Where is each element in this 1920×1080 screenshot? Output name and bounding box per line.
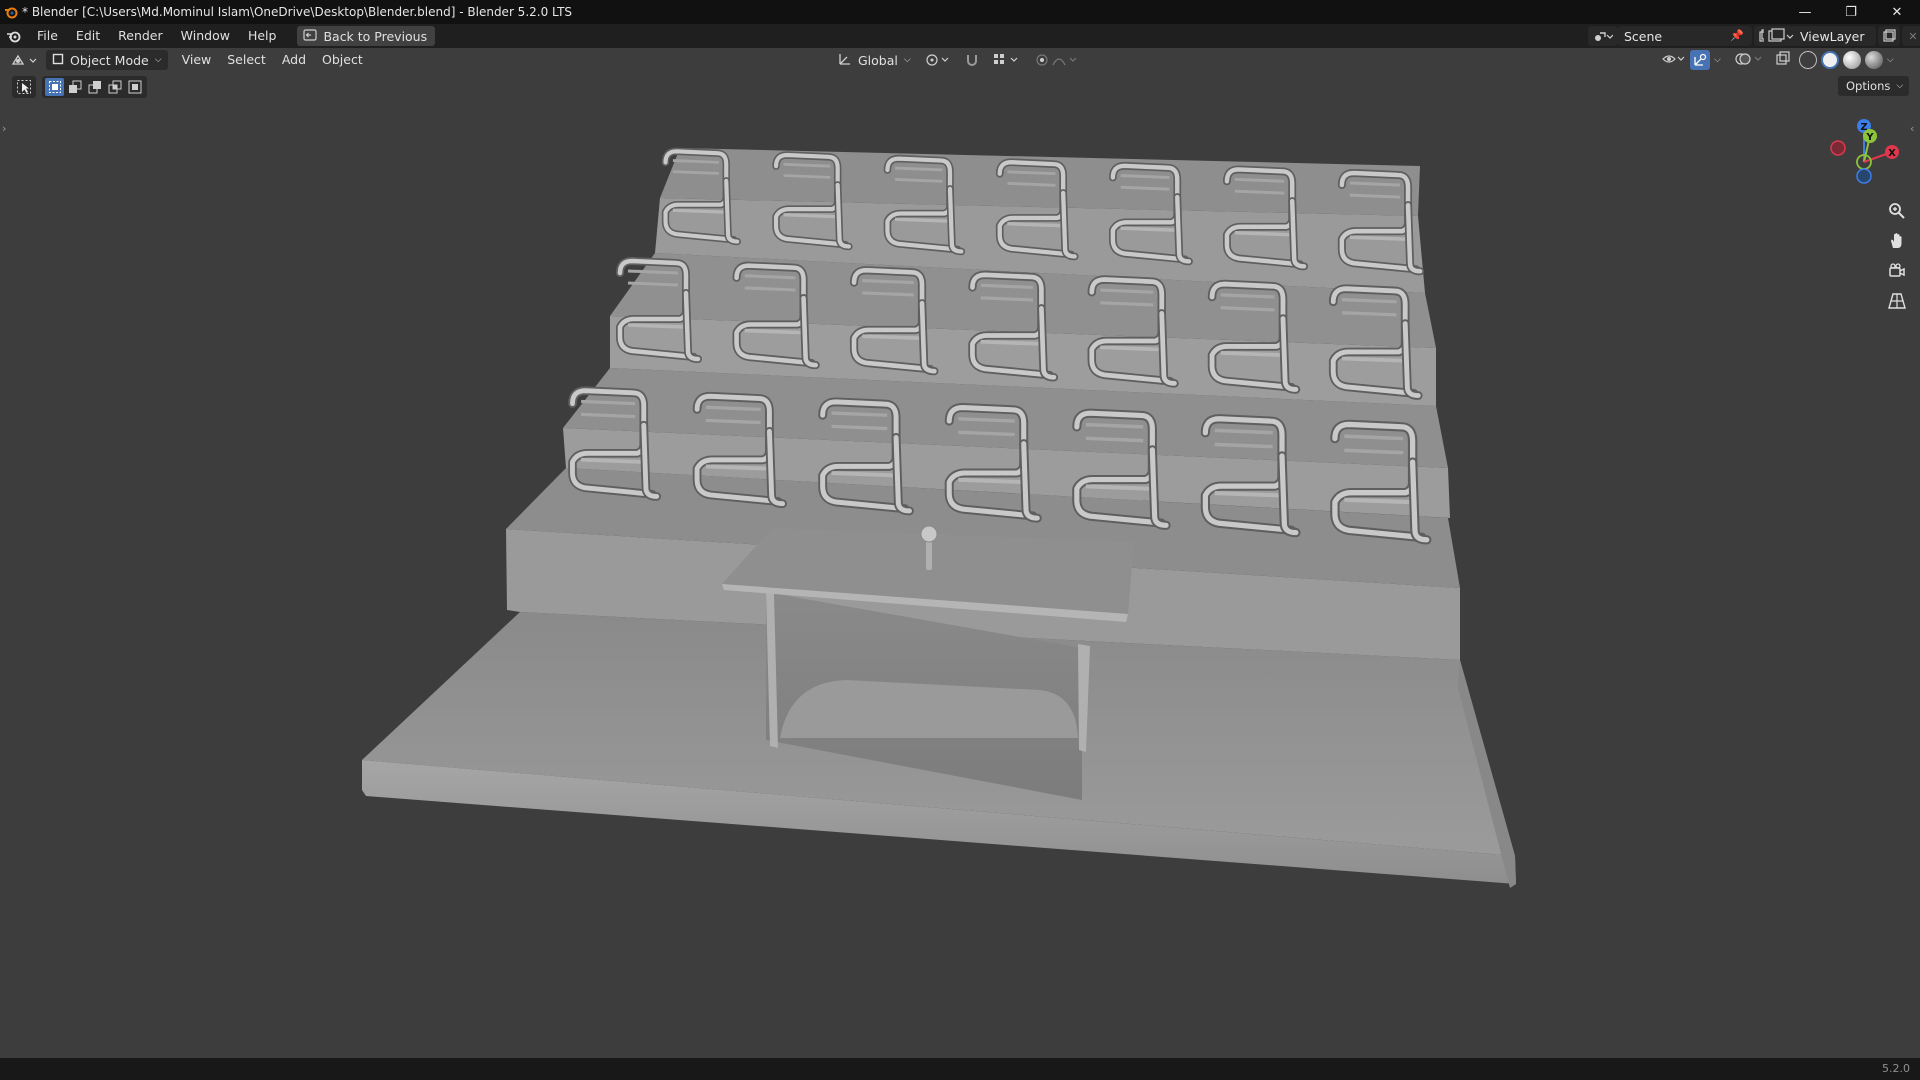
- back-to-previous-button[interactable]: Back to Previous: [297, 26, 436, 46]
- microphone-head: [920, 525, 938, 543]
- delete-view-layer-icon[interactable]: ✕: [1902, 26, 1920, 46]
- blender-menu-icon[interactable]: [0, 24, 28, 48]
- scene-name: Scene: [1624, 28, 1663, 44]
- scene-browse-icon[interactable]: [1588, 26, 1618, 46]
- view-layer-icon: [1768, 28, 1794, 47]
- scene-render: [362, 147, 1516, 888]
- back-icon: [303, 28, 318, 44]
- top-menu-bar: File Edit Render Window Help Back to Pre…: [0, 24, 1920, 48]
- window-controls: — ❐ ✕: [1782, 0, 1920, 24]
- 3d-viewport[interactable]: Object Mode ⌵ View Select Add Object Glo…: [0, 48, 1920, 1058]
- close-icon[interactable]: ✕: [1874, 0, 1920, 24]
- view-layer-selector-group: ViewLayer ✕: [1764, 26, 1920, 46]
- minimize-icon[interactable]: —: [1782, 0, 1828, 24]
- menu-window[interactable]: Window: [172, 26, 239, 46]
- view-layer-field[interactable]: ViewLayer: [1764, 26, 1876, 46]
- version-label: 5.2.0: [1882, 1062, 1910, 1075]
- menu-file[interactable]: File: [28, 26, 67, 46]
- menu-edit[interactable]: Edit: [67, 26, 109, 46]
- title-bar: * Blender [C:\Users\Md.Mominul Islam\One…: [0, 0, 1920, 24]
- pin-icon[interactable]: 📌: [1730, 29, 1744, 42]
- menu-help[interactable]: Help: [239, 26, 286, 46]
- status-bar: 5.2.0: [0, 1058, 1920, 1080]
- back-to-previous-label: Back to Previous: [323, 28, 428, 44]
- menu-render[interactable]: Render: [109, 26, 172, 46]
- blender-logo-icon: [0, 0, 22, 24]
- view-layer-name: ViewLayer: [1800, 28, 1865, 44]
- window-title: * Blender [C:\Users\Md.Mominul Islam\One…: [22, 5, 573, 19]
- new-view-layer-icon[interactable]: [1878, 26, 1900, 46]
- scene-name-field[interactable]: Scene 📌: [1618, 26, 1752, 46]
- restore-icon[interactable]: ❐: [1828, 0, 1874, 24]
